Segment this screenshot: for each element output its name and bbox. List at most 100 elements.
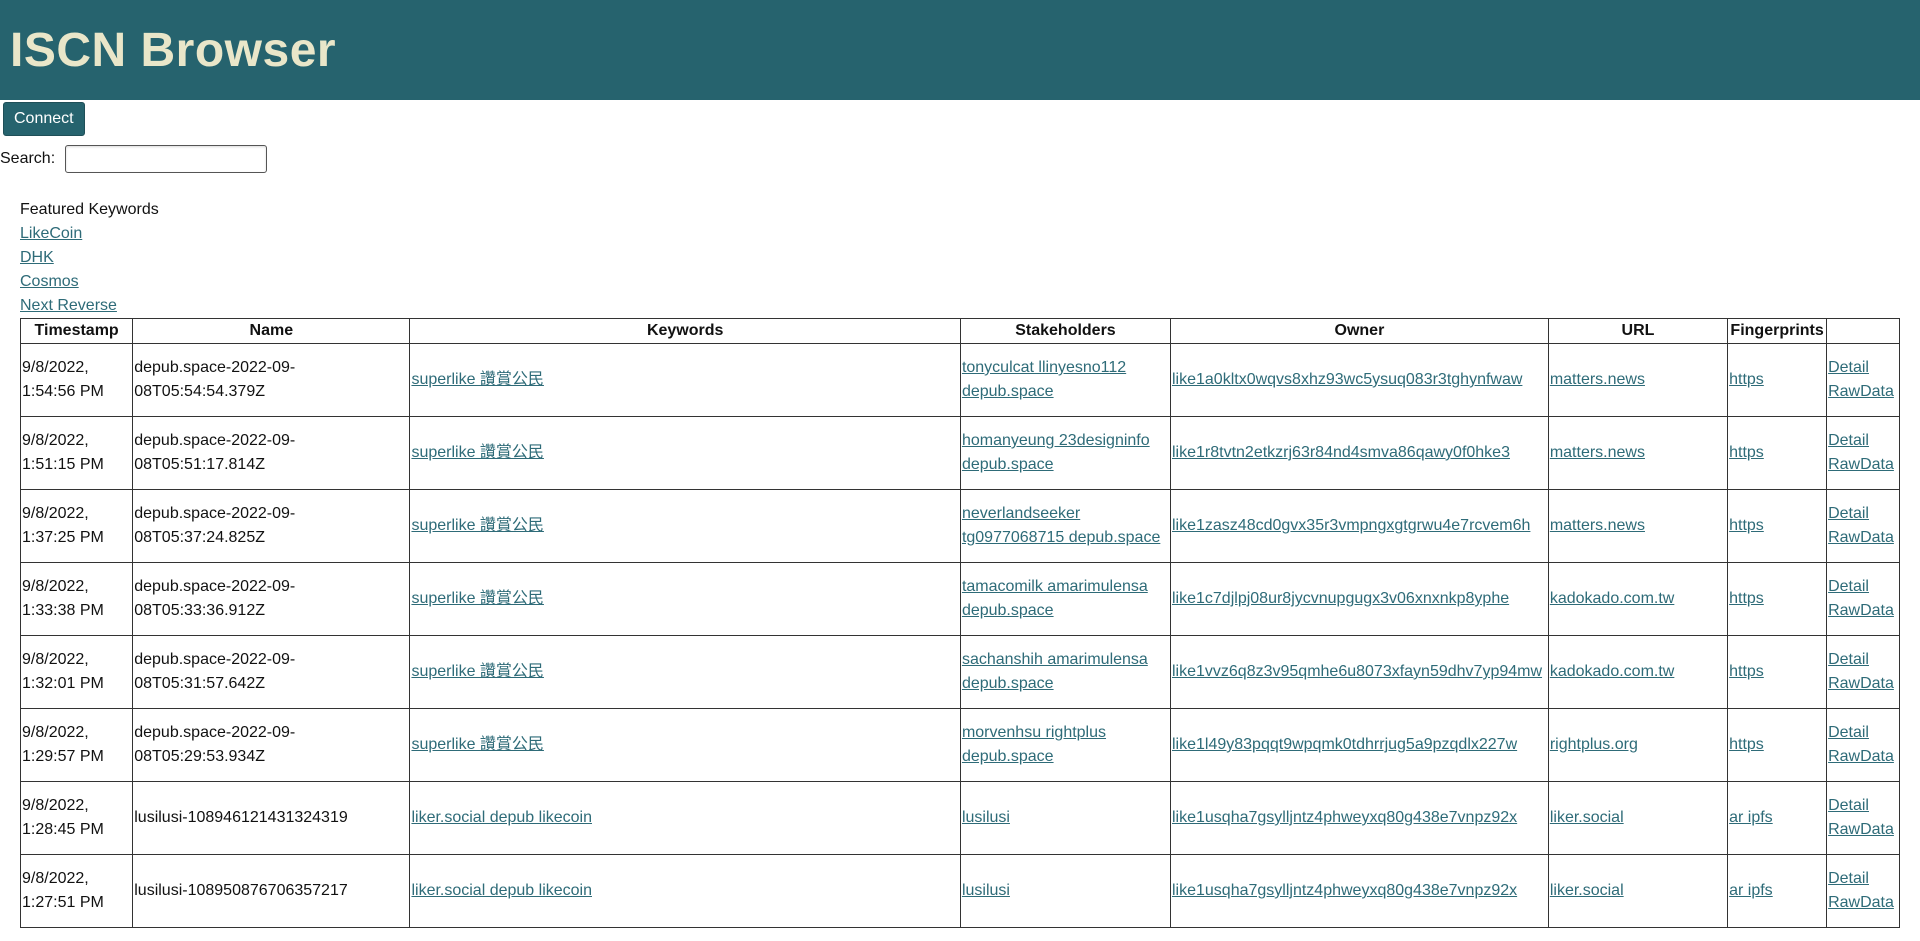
fingerprints-link[interactable]: ar ipfs [1729, 809, 1773, 826]
timestamp-date: 9/8/2022, [22, 432, 89, 449]
cell-url: liker.social [1547, 781, 1729, 855]
rawdata-link[interactable]: RawData [1828, 675, 1894, 692]
stakeholders-line2: depub.space [961, 675, 1054, 692]
cell-actions: Detail RawData [1826, 854, 1900, 928]
owner-link[interactable]: like1a0kltx0wqvs8xhz93wc5ysuq083r3tghynf… [1172, 371, 1522, 388]
stakeholders-link[interactable]: tamacomilk amarimulensa depub.space [962, 578, 1148, 619]
table-row: 9/8/2022, 1:33:38 PM depub.space-2022-09- 0… [19, 562, 1900, 636]
keywords-link[interactable]: liker.social depub likecoin [411, 809, 592, 826]
rawdata-link[interactable]: RawData [1828, 821, 1894, 838]
rawdata-link[interactable]: RawData [1828, 456, 1894, 473]
stakeholders-line2: depub.space [961, 748, 1054, 765]
owner-link[interactable]: like1zasz48cd0gvx35r3vmpngxgtgrwu4e7rcve… [1172, 517, 1530, 534]
header-name: Name [132, 318, 411, 344]
cell-stakeholders: tamacomilk amarimulensa depub.space [959, 562, 1172, 636]
detail-link[interactable]: Detail [1828, 870, 1869, 887]
fingerprints-link[interactable]: ar ipfs [1729, 882, 1773, 899]
owner-link[interactable]: like1r8tvtn2etkzrj63r84nd4smva86qawy0f0h… [1172, 444, 1510, 461]
timestamp-date: 9/8/2022, [22, 505, 89, 522]
cell-fingerprints: https [1727, 708, 1828, 782]
fingerprints-link[interactable]: https [1729, 590, 1764, 607]
name-line2: 08T05:29:53.934Z [134, 748, 265, 765]
owner-link[interactable]: like1vvz6q8z3v95qmhe6u8073xfayn59dhv7yp9… [1172, 663, 1542, 680]
url-link[interactable]: liker.social [1550, 882, 1624, 899]
keywords-link[interactable]: superlike 讚賞公民 [411, 371, 543, 388]
fingerprints-link[interactable]: https [1729, 517, 1764, 534]
cell-owner: like1vvz6q8z3v95qmhe6u8073xfayn59dhv7yp9… [1170, 635, 1549, 709]
name-line1: depub.space-2022-09- [134, 724, 296, 741]
url-link[interactable]: rightplus.org [1550, 736, 1638, 753]
stakeholders-line2: depub.space [961, 602, 1054, 619]
connect-button[interactable]: Connect [3, 102, 85, 136]
keywords-link[interactable]: liker.social depub likecoin [411, 882, 592, 899]
url-link[interactable]: liker.social [1550, 809, 1624, 826]
stakeholders-link[interactable]: lusilusi [962, 809, 1010, 826]
rawdata-link[interactable]: RawData [1828, 602, 1894, 619]
stakeholders-line1: tonyculcat llinyesno112 [961, 359, 1127, 376]
keyword-link-dhk[interactable]: DHK [20, 246, 159, 270]
table-row: 9/8/2022, 1:54:56 PM depub.space-2022-09- 0… [19, 343, 1900, 417]
keywords-link[interactable]: superlike 讚賞公民 [411, 444, 543, 461]
next-reverse-link[interactable]: Next Reverse [20, 294, 159, 318]
cell-name: depub.space-2022-09- 08T05:33:36.912Z [132, 562, 411, 636]
table-row: 9/8/2022, 1:28:45 PM lusilusi-108946121431… [19, 781, 1900, 855]
header-owner: Owner [1170, 318, 1549, 344]
keywords-link[interactable]: superlike 讚賞公民 [411, 590, 543, 607]
name-line1: depub.space-2022-09- [134, 505, 296, 522]
rawdata-link[interactable]: RawData [1828, 529, 1894, 546]
search-input[interactable] [65, 145, 268, 173]
featured-keywords: Featured Keywords LikeCoin DHK Cosmos Ne… [20, 198, 159, 318]
url-link[interactable]: kadokado.com.tw [1550, 663, 1675, 680]
stakeholders-link[interactable]: lusilusi [962, 882, 1010, 899]
owner-link[interactable]: like1usqha7gsylljntz4phweyxq80g438e7vnpz… [1172, 809, 1517, 826]
cell-timestamp: 9/8/2022, 1:28:45 PM [19, 781, 134, 855]
timestamp-time: 1:27:51 PM [22, 894, 104, 911]
cell-owner: like1r8tvtn2etkzrj63r84nd4smva86qawy0f0h… [1170, 416, 1549, 490]
stakeholders-line1: tamacomilk amarimulensa [961, 578, 1148, 595]
url-link[interactable]: matters.news [1550, 444, 1645, 461]
keywords-link[interactable]: superlike 讚賞公民 [411, 517, 543, 534]
cell-name: depub.space-2022-09- 08T05:51:17.814Z [132, 416, 411, 490]
fingerprints-link[interactable]: https [1729, 663, 1764, 680]
stakeholders-link[interactable]: homanyeung 23designinfo depub.space [962, 432, 1150, 473]
cell-stakeholders: lusilusi [959, 854, 1172, 928]
rawdata-link[interactable]: RawData [1828, 894, 1894, 911]
fingerprints-link[interactable]: https [1729, 736, 1764, 753]
cell-url: matters.news [1547, 489, 1729, 563]
owner-link[interactable]: like1c7djlpj08ur8jycvnupgugx3v06xnxnkp8y… [1172, 590, 1509, 607]
detail-link[interactable]: Detail [1828, 432, 1869, 449]
url-link[interactable]: matters.news [1550, 517, 1645, 534]
fingerprints-link[interactable]: https [1729, 444, 1764, 461]
owner-link[interactable]: like1usqha7gsylljntz4phweyxq80g438e7vnpz… [1172, 882, 1517, 899]
rawdata-link[interactable]: RawData [1828, 748, 1894, 765]
detail-link[interactable]: Detail [1828, 578, 1869, 595]
stakeholders-link[interactable]: sachanshih amarimulensa depub.space [962, 651, 1148, 692]
detail-link[interactable]: Detail [1828, 797, 1869, 814]
cell-url: kadokado.com.tw [1547, 562, 1729, 636]
fingerprints-link[interactable]: https [1729, 371, 1764, 388]
url-link[interactable]: matters.news [1550, 371, 1645, 388]
keywords-link[interactable]: superlike 讚賞公民 [411, 736, 543, 753]
stakeholders-link[interactable]: morvenhsu rightplus depub.space [962, 724, 1106, 765]
keyword-link-cosmos[interactable]: Cosmos [20, 270, 159, 294]
name-line1: depub.space-2022-09- [134, 651, 296, 668]
detail-link[interactable]: Detail [1828, 505, 1869, 522]
cell-actions: Detail RawData [1826, 781, 1900, 855]
cell-keywords: superlike 讚賞公民 [409, 343, 961, 417]
header-actions [1826, 318, 1900, 344]
cell-owner: like1c7djlpj08ur8jycvnupgugx3v06xnxnkp8y… [1170, 562, 1549, 636]
stakeholders-line1: lusilusi [961, 882, 1010, 899]
results-table: Timestamp Name Keywords Stakeholders Own… [19, 318, 1900, 928]
rawdata-link[interactable]: RawData [1828, 383, 1894, 400]
keywords-link[interactable]: superlike 讚賞公民 [411, 663, 543, 680]
url-link[interactable]: kadokado.com.tw [1550, 590, 1675, 607]
stakeholders-link[interactable]: neverlandseeker tg0977068715 depub.space [962, 505, 1160, 546]
owner-link[interactable]: like1l49y83pqqt9wpqmk0tdhrrjug5a9pzqdlx2… [1172, 736, 1517, 753]
name-line1: depub.space-2022-09- [134, 578, 296, 595]
keyword-link-likecoin[interactable]: LikeCoin [20, 222, 159, 246]
search-row: Search: [0, 145, 268, 173]
stakeholders-link[interactable]: tonyculcat llinyesno112 depub.space [962, 359, 1126, 400]
detail-link[interactable]: Detail [1828, 724, 1869, 741]
detail-link[interactable]: Detail [1828, 359, 1869, 376]
detail-link[interactable]: Detail [1828, 651, 1869, 668]
